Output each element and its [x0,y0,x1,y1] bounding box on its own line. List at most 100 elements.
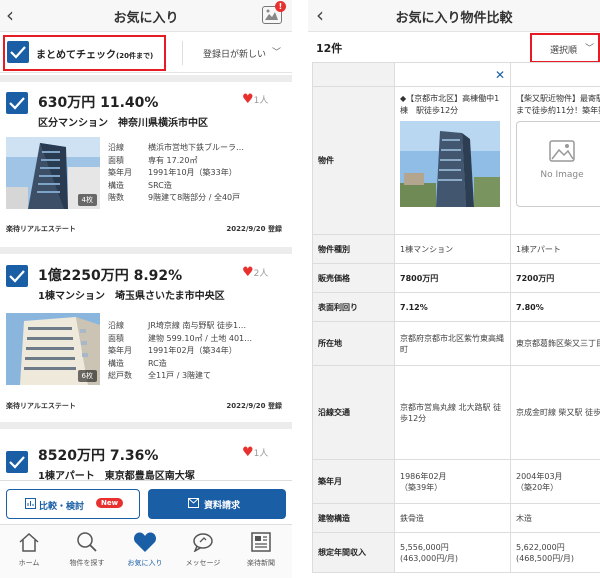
compare-icon [25,498,36,509]
result-count: 12件 [316,42,343,55]
favorites-screen: ‹ お気に入り ! まとめてチェック(20件まで) 登録日が新しい ﹀ 630万… [0,0,292,578]
tab-messages[interactable]: メッセージ [174,530,232,568]
spec-value: SRC造 [148,180,172,190]
chevron-down-icon: ﹀ [585,44,595,54]
kind-value: 1棟マンション [394,234,511,264]
heart-icon: ♥ [242,265,254,280]
sort-dropdown[interactable]: 選択順 ﹀ [530,33,600,63]
photo-count: 6枚 [77,370,97,382]
bulk-action-bar: まとめてチェック(20件まで) 登録日が新しい ﹀ [0,33,292,73]
row-label-built: 築年月 [312,459,395,504]
card-footer: 楽待リアルエステート 2022/9/20 登録 [6,224,282,234]
property-photo[interactable]: 4枚 [6,137,100,209]
built-value: 2004年03月 [516,471,563,481]
bulk-check-label[interactable]: まとめてチェック(20件まで) [36,46,153,61]
no-image-label: No Image [540,170,584,180]
property-photo[interactable] [400,121,500,207]
spec-value: 1991年02月（築34年） [148,346,237,355]
comparison-screen: ‹ お気に入り物件比較 12件 選択順 ﹀ ✕ 物件 ◆【京都市北区】高棟働中1… [308,0,600,578]
no-image-placeholder: No Image [516,121,600,207]
heart-icon: ♥ [242,445,254,460]
spec-key: 階数 [108,193,124,202]
spec-value: 専有 17.20㎡ [148,155,198,165]
built-age: （築39年） [400,482,443,492]
mail-icon [188,498,199,508]
request-docs-label: 資料請求 [204,501,241,511]
tab-label: 楽待新聞 [247,559,275,567]
registered-date: 2022/9/20 登録 [226,225,282,233]
favorite-count[interactable]: ♥1人 [242,445,268,460]
heart-icon [133,532,157,552]
property-card[interactable]: 8520万円 7.36% ♥1人 1棟アパート 東京都豊島区南大塚 [0,445,292,485]
sort-dropdown[interactable]: 登録日が新しい [203,47,266,60]
property-name: ◆【京都市北区】高棟働中1棟 駅徒歩12分 [400,94,500,115]
tab-home[interactable]: ホーム [0,530,58,568]
agent-name: 楽待リアルエステート [6,225,76,233]
income-value: 5,622,000円 [516,542,565,552]
card-footer: 楽待リアルエステート 2022/9/20 登録 [6,401,282,411]
property-card[interactable]: 1億2250万円 8.92% ♥2人 1棟マンション 埼玉県さいたま市中央区 6… [0,265,292,415]
sort-label: 選択順 [550,46,578,56]
property-type-location: 区分マンション 神奈川県横浜市中区 [38,118,208,129]
remove-cell: ✕ [394,62,511,87]
price-yield: 1億2250万円 8.92% [38,268,183,284]
built-value: 1986年02月 [400,471,447,481]
card-checkbox[interactable] [6,92,28,114]
tab-label: 物件を探す [69,559,105,567]
row-label-yield: 表面利回り [312,292,395,322]
close-icon[interactable]: ✕ [400,68,505,82]
yield-value: 7.80% [510,292,600,322]
property-cell[interactable]: ◆【京都市北区】高棟働中1棟 駅徒歩12分 [394,86,511,235]
spec-value: 9階建て8階部分 / 全40戸 [148,193,241,202]
spec-value: 建物 599.10㎡ / 土地 401… [148,333,253,343]
property-card[interactable]: 630万円 11.40% ♥1人 区分マンション 神奈川県横浜市中区 4枚 沿線… [0,92,292,242]
tab-search[interactable]: 物件を探す [58,530,116,568]
income-cell: 5,622,000円 (468,500円/月) [510,532,600,573]
property-cell[interactable]: 【柴又駅近物件】最寄駅まで徒歩約11分！築年数 No Image [510,86,600,235]
access-value: 京成金町線 柴又駅 徒歩 [510,365,600,460]
divider [0,422,292,429]
request-docs-button[interactable]: 資料請求 [148,489,286,519]
comparison-toolbar: 12件 選択順 ﹀ [308,33,600,63]
spec-value: 1991年10月（築33年） [148,168,237,177]
divider [0,247,292,254]
spec-key: 築年月 [108,168,132,177]
price-yield: 630万円 11.40% [38,95,159,111]
structure-value: 木造 [510,503,600,533]
favorite-count[interactable]: ♥2人 [242,265,268,280]
built-cell: 1986年02月 （築39年） [394,459,511,504]
image-placeholder-icon [549,140,575,162]
tab-favorites[interactable]: お気に入り [116,530,174,568]
property-photo[interactable]: 6枚 [6,313,100,385]
chat-icon [193,533,213,552]
spec-value: 全11戸 / 3階建て [148,371,212,380]
row-label-kind: 物件種別 [312,234,395,264]
income-value: 5,556,000円 [400,542,449,552]
structure-value: 鉄骨造 [394,503,511,533]
notification-badge: ! [275,1,286,12]
divider [0,75,292,82]
spec-value: JR埼京線 南与野駅 徒歩1… [148,321,247,330]
header-cell [312,62,395,87]
favorite-count[interactable]: ♥1人 [242,92,268,107]
search-icon [77,532,97,552]
row-label-structure: 建物構造 [312,503,395,533]
kind-value: 1棟アパート [510,234,600,264]
tab-label: お気に入り [127,559,163,567]
tab-news[interactable]: 楽待新聞 [232,530,290,568]
compare-button[interactable]: 比較・検討 New [6,489,140,519]
income-month: (463,000円/月) [400,553,459,563]
bulk-checkbox[interactable] [7,41,29,63]
newspaper-icon [251,532,271,552]
favorites-header: ‹ お気に入り ! [0,0,292,32]
page-title: お気に入り物件比較 [395,11,513,26]
income-month: (468,500円/月) [516,553,575,563]
card-checkbox[interactable] [6,265,28,287]
bulk-check-note: (20件まで) [116,52,154,60]
agent-name: 楽待リアルエステート [6,402,76,410]
address-value: 京都府京都市北区紫竹東高縄町 [394,321,511,366]
chevron-down-icon[interactable]: ﹀ [272,45,281,58]
row-label-price: 販売価格 [312,263,395,293]
bottom-tab-bar: ホーム 物件を探す お気に入り メッセージ 楽待新聞 [0,524,292,578]
card-checkbox[interactable] [6,451,28,473]
